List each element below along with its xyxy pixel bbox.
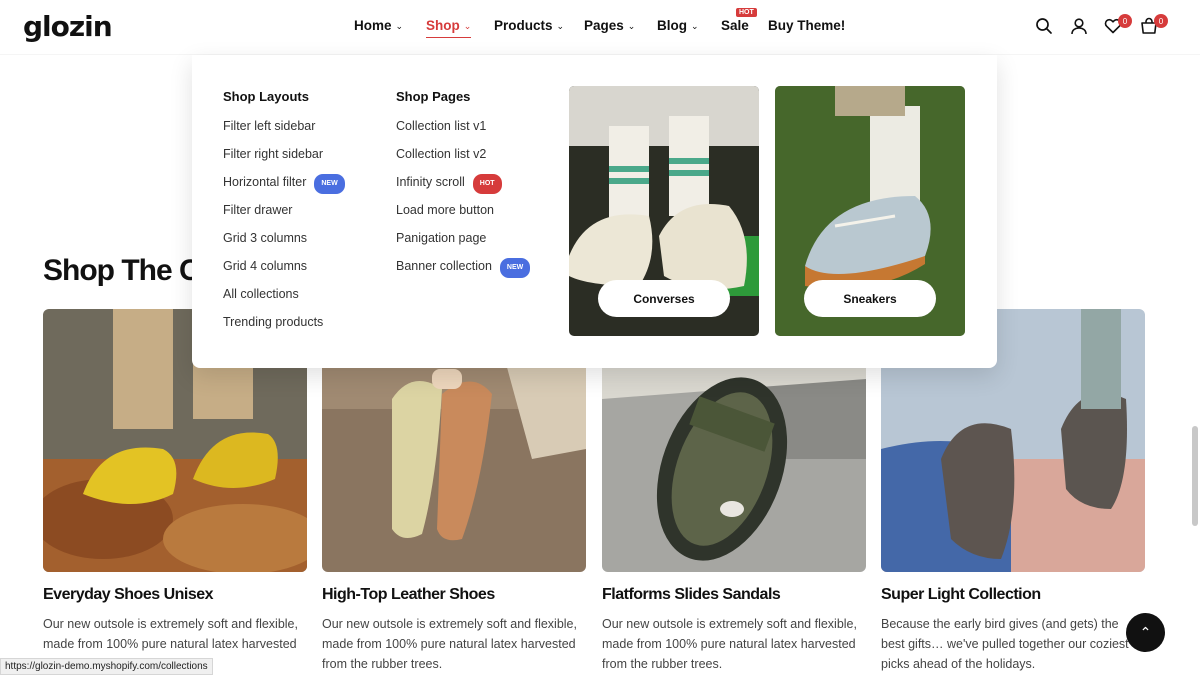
menu-link[interactable]: Filter left sidebar xyxy=(223,119,345,147)
hot-badge: HOT xyxy=(736,8,757,17)
nav-products[interactable]: Products ⌄ xyxy=(494,18,564,33)
menu-link[interactable]: Banner collection NEW xyxy=(396,258,531,287)
column-heading: Shop Layouts xyxy=(223,89,309,104)
menu-link[interactable]: Collection list v2 xyxy=(396,147,530,175)
menu-link[interactable]: Grid 4 columns xyxy=(223,259,345,287)
search-icon[interactable] xyxy=(1035,17,1055,37)
logo[interactable]: glozin xyxy=(23,10,113,43)
new-tag: NEW xyxy=(499,258,531,278)
menu-link[interactable]: All collections xyxy=(223,287,345,315)
nav-buy-theme-label: Buy Theme! xyxy=(768,18,846,33)
menu-link[interactable]: Load more button xyxy=(396,203,530,231)
collection-description: Our new outsole is extremely soft and fl… xyxy=(322,617,577,671)
menu-link-label: Filter right sidebar xyxy=(223,147,324,161)
double-chevron-up-icon: ⌃ xyxy=(1139,624,1152,640)
menu-link-label: Panigation page xyxy=(396,231,487,245)
column-heading: Shop Pages xyxy=(396,89,471,104)
nav-products-label: Products xyxy=(494,18,553,33)
collection-title[interactable]: High-Top Leather Shoes xyxy=(322,586,586,604)
menu-link[interactable]: Horizontal filter NEW xyxy=(223,174,345,203)
nav-shop[interactable]: Shop ⌄ xyxy=(426,18,472,38)
menu-link-label: Trending products xyxy=(223,315,324,329)
nav-blog-label: Blog xyxy=(657,18,687,33)
nav-sale[interactable]: Sale HOT xyxy=(721,8,757,33)
menu-link-label: Collection list v1 xyxy=(396,119,487,133)
collection-description: Our new outsole is extremely soft and fl… xyxy=(602,617,857,671)
page-scrollbar[interactable] xyxy=(1192,426,1198,526)
menu-link-label: Grid 3 columns xyxy=(223,231,308,245)
hot-tag: HOT xyxy=(472,174,502,194)
collection-title[interactable]: Flatforms Slides Sandals xyxy=(602,586,866,604)
menu-link-label: Filter left sidebar xyxy=(223,119,316,133)
promo-converses[interactable]: Converses xyxy=(569,86,759,336)
collection-title[interactable]: Everyday Shoes Unisex xyxy=(43,586,307,604)
new-tag: NEW xyxy=(314,174,345,194)
menu-link-label: Banner collection xyxy=(396,259,492,273)
sneakers-button[interactable]: Sneakers xyxy=(804,280,936,317)
menu-link[interactable]: Filter drawer xyxy=(223,203,345,231)
menu-link[interactable]: Panigation page xyxy=(396,231,530,259)
status-bar-url: https://glozin-demo.myshopify.com/collec… xyxy=(0,658,213,675)
active-underline xyxy=(426,36,472,38)
nav-pages[interactable]: Pages ⌄ xyxy=(584,18,635,33)
menu-link-label: Horizontal filter xyxy=(223,175,307,189)
menu-link-label: All collections xyxy=(223,287,299,301)
menu-link-label: Collection list v2 xyxy=(396,147,487,161)
nav-home-label: Home xyxy=(354,18,392,33)
menu-link[interactable]: Infinity scroll HOT xyxy=(396,174,530,203)
cart-button[interactable]: 0 xyxy=(1140,14,1168,37)
chevron-down-icon: ⌄ xyxy=(627,20,636,31)
shop-layouts-column: Shop Layouts Filter left sidebar Filter … xyxy=(223,89,345,343)
menu-link-label: Load more button xyxy=(396,203,494,217)
chevron-down-icon: ⌄ xyxy=(691,20,699,31)
chevron-down-icon: ⌄ xyxy=(556,20,565,31)
chevron-down-icon: ⌄ xyxy=(395,20,404,31)
converses-button[interactable]: Converses xyxy=(598,280,730,317)
shop-pages-column: Shop Pages Collection list v1 Collection… xyxy=(396,89,531,287)
nav-buy-theme[interactable]: Buy Theme! xyxy=(768,18,845,33)
promo-sneakers[interactable]: Sneakers xyxy=(775,86,965,336)
user-icon[interactable] xyxy=(1070,17,1090,37)
wishlist-count: 0 xyxy=(1118,14,1132,28)
nav-sale-label: Sale xyxy=(721,18,749,33)
section-title: Shop The Co xyxy=(43,254,218,287)
nav-home[interactable]: Home ⌄ xyxy=(354,18,403,33)
scroll-to-top-button[interactable]: ⌃ xyxy=(1126,613,1165,652)
site-header: glozin Home ⌄ Shop ⌄ Products ⌄ Pages ⌄ Blog… xyxy=(0,0,1200,54)
collection-title[interactable]: Super Light Collection xyxy=(881,586,1145,604)
shop-mega-menu: Shop Layouts Filter left sidebar Filter … xyxy=(192,55,997,368)
menu-link[interactable]: Trending products xyxy=(223,315,345,343)
menu-link[interactable]: Filter right sidebar xyxy=(223,147,345,175)
chevron-down-icon: ⌄ xyxy=(463,20,472,31)
nav-blog[interactable]: Blog ⌄ xyxy=(657,18,699,33)
menu-link-label: Filter drawer xyxy=(223,203,293,217)
menu-link-label: Grid 4 columns xyxy=(223,259,308,273)
menu-link[interactable]: Collection list v1 xyxy=(396,119,530,147)
collection-description: Because the early bird gives (and gets) … xyxy=(881,617,1129,671)
nav-pages-label: Pages xyxy=(584,18,624,33)
cart-count: 0 xyxy=(1154,14,1168,28)
wishlist-button[interactable]: 0 xyxy=(1104,14,1132,37)
nav-shop-label: Shop xyxy=(426,18,460,33)
menu-link-label: Infinity scroll xyxy=(396,175,465,189)
menu-link[interactable]: Grid 3 columns xyxy=(223,231,345,259)
